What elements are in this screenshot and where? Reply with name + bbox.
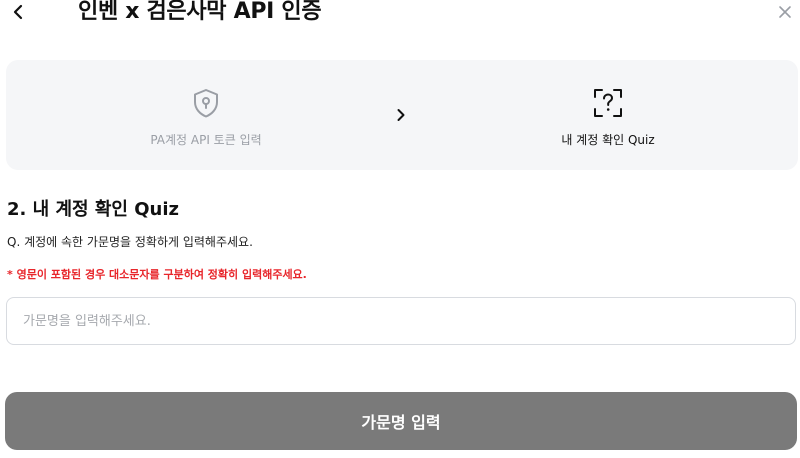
chevron-left-icon [13, 4, 23, 20]
dialog-title: 인벤 x 검은사막 API 인증 [78, 0, 322, 24]
shield-keyhole-icon [189, 86, 223, 120]
close-icon [779, 6, 791, 18]
section-title: 2. 내 계정 확인 Quiz [7, 199, 179, 220]
back-button[interactable] [8, 0, 28, 24]
submit-family-name-button[interactable]: 가문명 입력 [5, 392, 797, 450]
scan-question-icon [591, 86, 625, 120]
family-name-field [6, 297, 796, 345]
step-label: PA계정 API 토큰 입력 [150, 133, 262, 147]
case-sensitivity-warning: * 영문이 포함된 경우 대소문자를 구분하여 정확히 입력해주세요. [7, 268, 307, 281]
quiz-question: Q. 계정에 속한 가문명을 정확하게 입력해주세요. [7, 235, 253, 249]
chevron-right-icon [394, 106, 408, 124]
step-account-quiz: 내 계정 확인 Quiz [488, 60, 728, 170]
family-name-input[interactable] [7, 298, 795, 344]
step-label: 내 계정 확인 Quiz [561, 133, 655, 147]
api-auth-dialog: 인벤 x 검은사막 API 인증 PA계정 API 토큰 입력 내 계정 확인 … [0, 0, 800, 458]
dialog-header: 인벤 x 검은사막 API 인증 [0, 0, 800, 28]
close-button[interactable] [776, 3, 794, 21]
step-api-token: PA계정 API 토큰 입력 [86, 60, 326, 170]
step-indicator: PA계정 API 토큰 입력 내 계정 확인 Quiz [6, 60, 798, 170]
